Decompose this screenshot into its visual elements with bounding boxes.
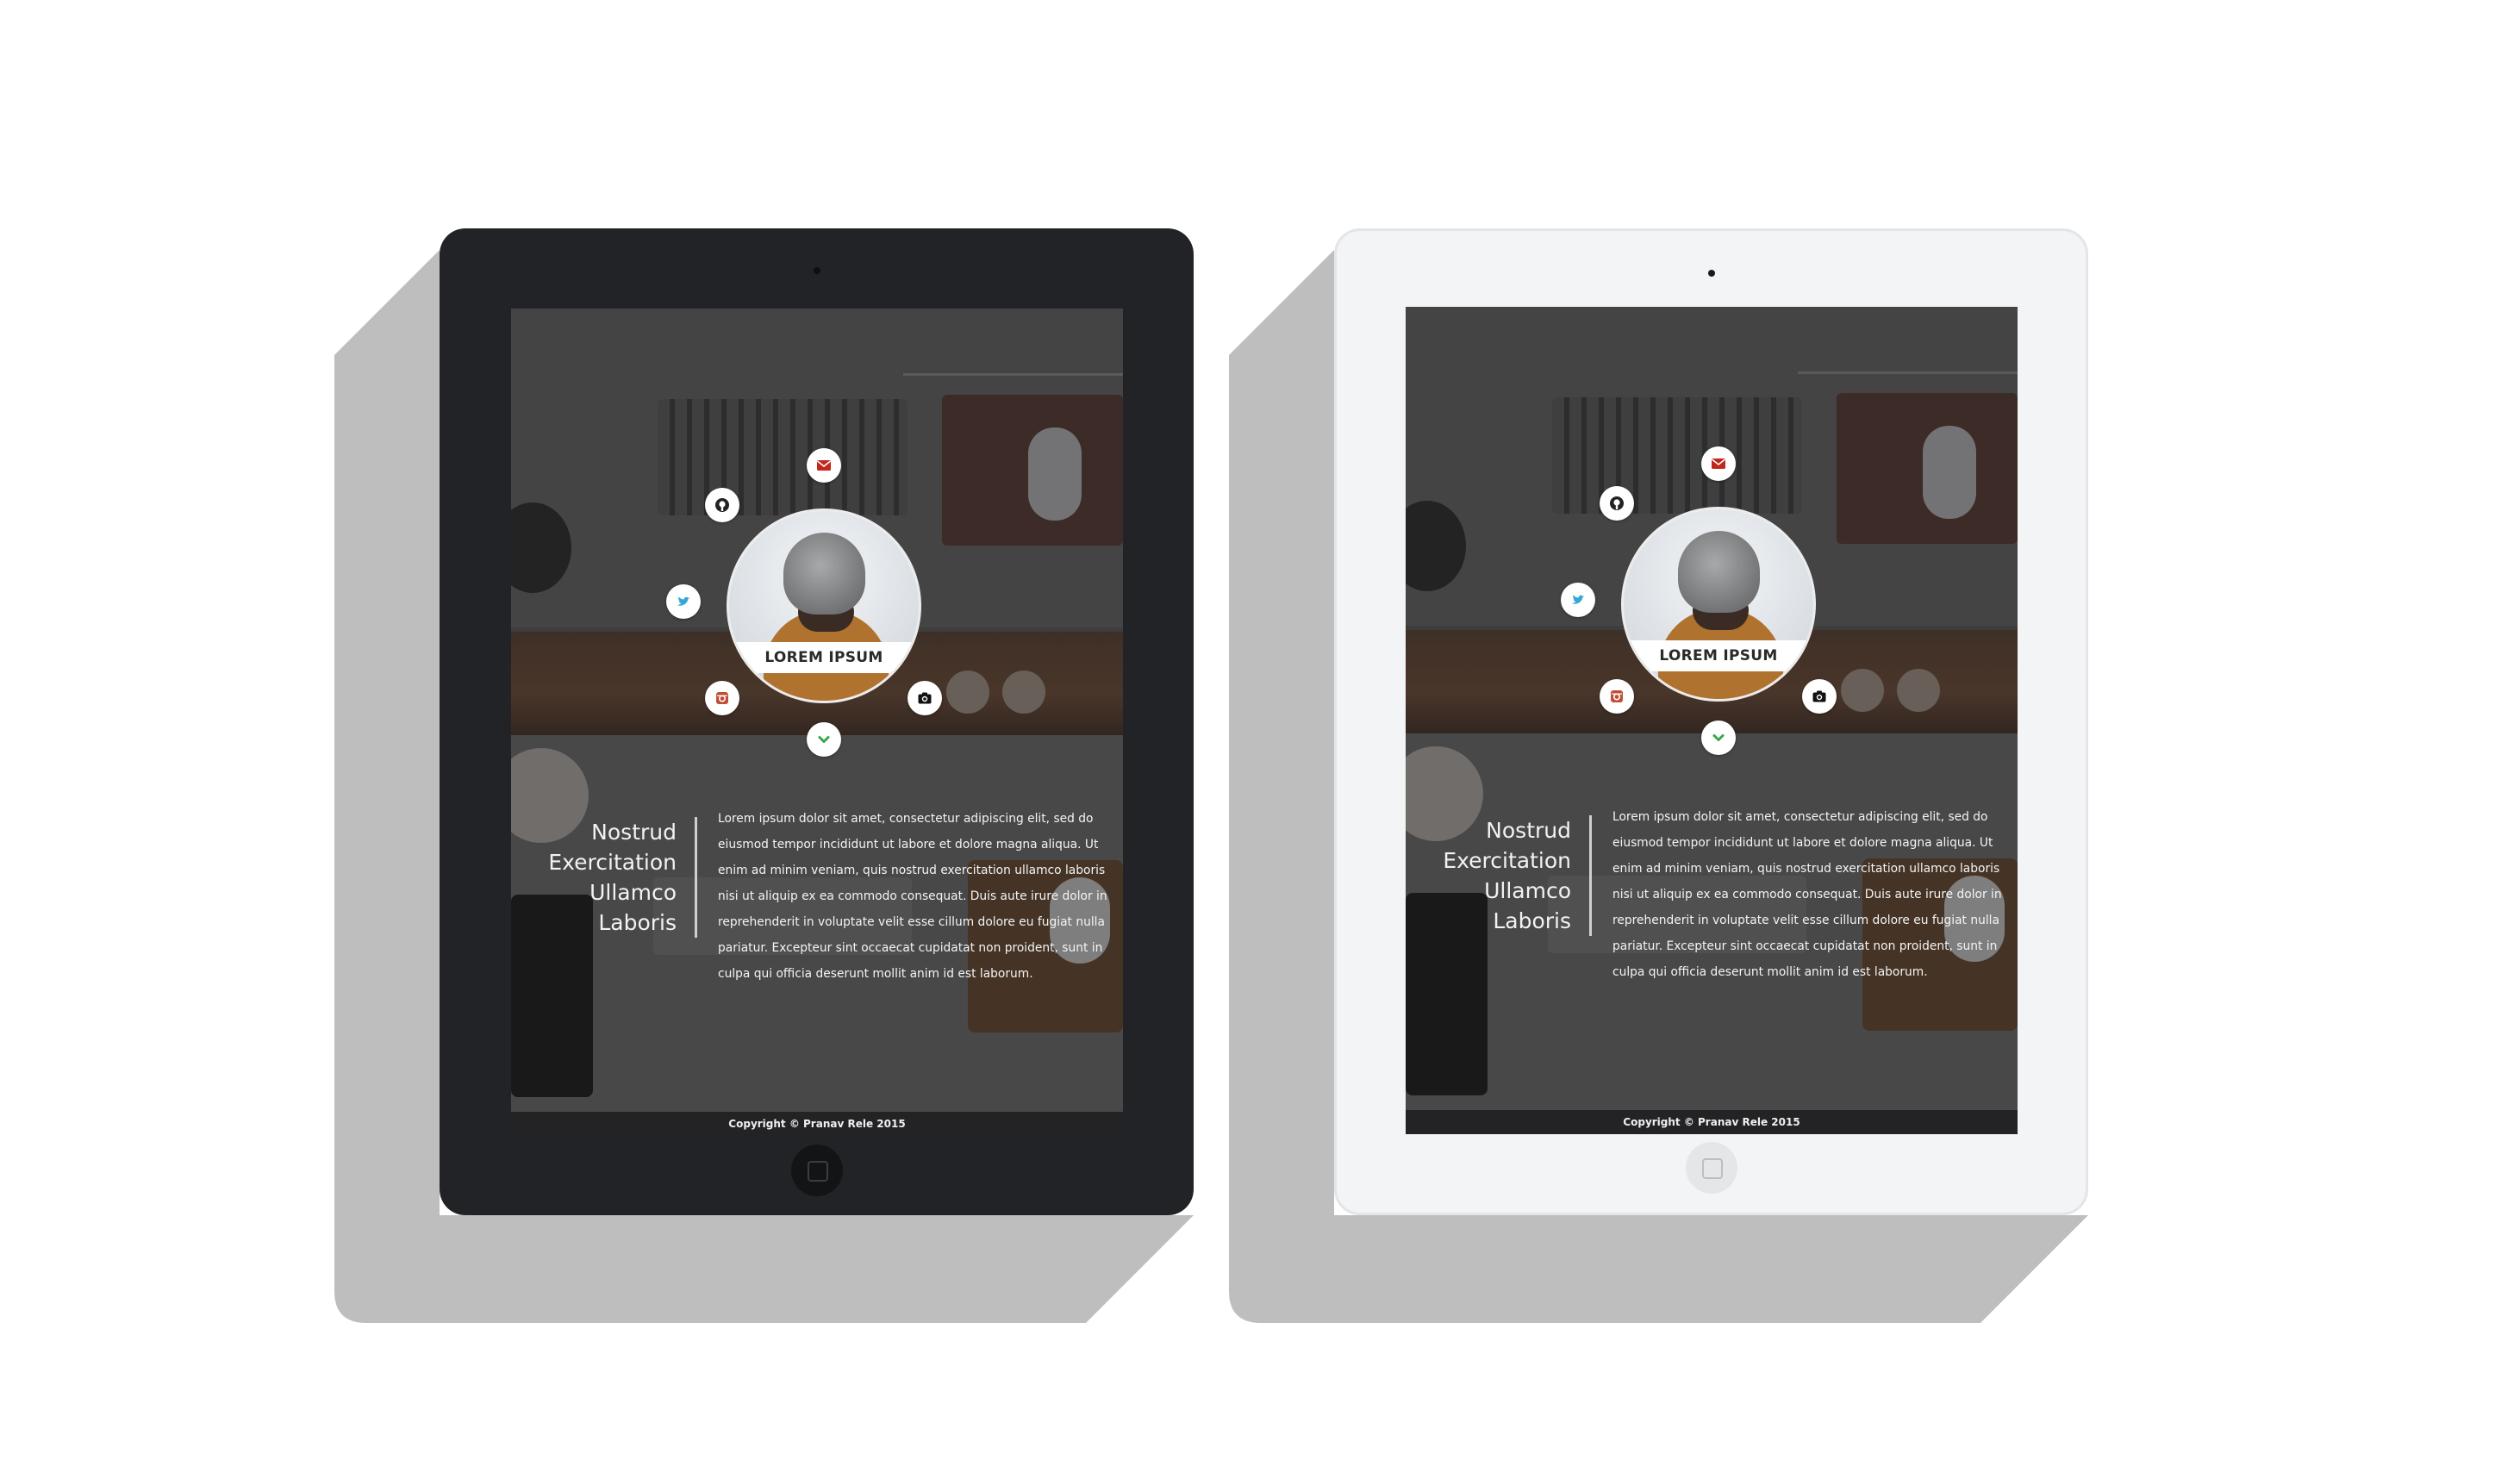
instagram-link[interactable] <box>705 681 739 715</box>
twitter-link[interactable] <box>666 584 701 619</box>
camera-icon <box>1812 690 1826 702</box>
github-icon <box>1610 496 1624 510</box>
front-camera <box>1707 270 1715 277</box>
headline-line: Nostrud <box>591 820 677 845</box>
profile-avatar[interactable]: LOREM IPSUM <box>729 511 919 701</box>
twitter-link[interactable] <box>1561 583 1595 617</box>
page-footer: Copyright © Pranav Rele 2015 <box>511 1112 1123 1136</box>
scroll-down-button[interactable] <box>1701 721 1736 755</box>
chevron-down-icon <box>1712 734 1725 741</box>
intro-headline: Nostrud Exercitation Ullamco Laboris <box>511 817 677 938</box>
home-button[interactable] <box>1685 1142 1737 1194</box>
camera-icon <box>918 692 932 704</box>
scroll-down-button[interactable] <box>807 722 841 757</box>
twitter-icon <box>677 596 690 606</box>
profile-name: LOREM IPSUM <box>729 642 919 673</box>
intro-divider <box>1589 815 1592 936</box>
email-link[interactable] <box>807 448 841 483</box>
black-tablet: LOREM IPSUM Nostrud Exercitation Ullamco… <box>440 228 1194 1215</box>
instagram-icon <box>1611 690 1623 702</box>
headline-line: Laboris <box>598 910 677 935</box>
intro-headline: Nostrud Exercitation Ullamco Laboris <box>1406 815 1571 936</box>
white-tablet: LOREM IPSUM Nostrud Exercitation Ullamco… <box>1334 228 2088 1215</box>
envelope-icon <box>817 460 831 471</box>
envelope-icon <box>1712 459 1725 469</box>
profile-name: LOREM IPSUM <box>1624 640 1813 671</box>
tablet-screen: LOREM IPSUM Nostrud Exercitation Ullamco… <box>1406 307 2018 1134</box>
front-camera <box>813 267 820 274</box>
camera-link[interactable] <box>1802 679 1837 714</box>
tablet-screen: LOREM IPSUM Nostrud Exercitation Ullamco… <box>511 309 1123 1136</box>
mockup-stage: LOREM IPSUM Nostrud Exercitation Ullamco… <box>0 0 2520 1466</box>
headline-line: Nostrud <box>1486 818 1571 843</box>
headline-line: Laboris <box>1493 908 1571 933</box>
profile-avatar[interactable]: LOREM IPSUM <box>1624 509 1813 699</box>
github-icon <box>715 498 729 512</box>
twitter-icon <box>1572 595 1585 604</box>
intro-body: Lorem ipsum dolor sit amet, consectetur … <box>1612 810 2002 979</box>
email-link[interactable] <box>1701 446 1736 481</box>
home-square-icon <box>1701 1158 1723 1179</box>
headline-line: Ullamco <box>1484 878 1571 903</box>
instagram-link[interactable] <box>1600 679 1634 714</box>
instagram-icon <box>716 692 728 704</box>
headline-line: Ullamco <box>589 880 677 905</box>
intro-divider <box>695 817 697 938</box>
home-button[interactable] <box>790 1145 843 1196</box>
black-tablet-shadow <box>334 250 2088 1323</box>
headline-line: Exercitation <box>1443 848 1571 873</box>
chevron-down-icon <box>818 736 830 743</box>
headline-line: Exercitation <box>548 850 677 875</box>
github-link[interactable] <box>1600 486 1634 521</box>
intro-body: Lorem ipsum dolor sit amet, consectetur … <box>718 812 1107 981</box>
github-link[interactable] <box>705 488 739 522</box>
camera-link[interactable] <box>908 681 942 715</box>
home-square-icon <box>807 1161 828 1182</box>
page-footer: Copyright © Pranav Rele 2015 <box>1406 1110 2018 1134</box>
